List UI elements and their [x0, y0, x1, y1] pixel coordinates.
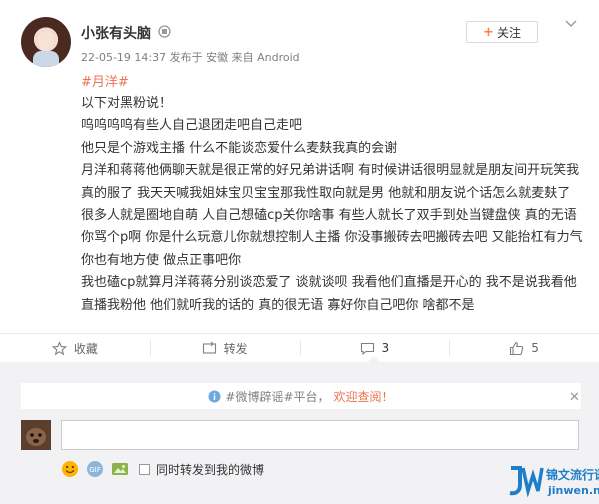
post-meta: 22-05-19 14:37 发布于 安徽 来自 Android — [81, 51, 300, 64]
thumbs-up-icon — [510, 341, 524, 355]
favorite-button[interactable]: 收藏 — [0, 334, 150, 362]
image-icon[interactable] — [111, 460, 129, 478]
post-paragraph: 他只是个游戏主播 什么不能谈恋爱什么麦麸我真的会谢 — [81, 140, 398, 156]
current-user-avatar — [21, 420, 51, 450]
chevron-down-icon[interactable] — [564, 17, 578, 31]
weibo-post-card: 小张有头脑 22-05-19 14:37 发布于 安徽 来自 Android +… — [0, 0, 599, 362]
follow-button[interactable]: + 关注 — [466, 21, 538, 43]
author-avatar[interactable] — [21, 17, 71, 67]
gif-icon[interactable]: GIF — [85, 460, 105, 478]
comment-count: 3 — [381, 341, 390, 355]
notice-text: #微博辟谣#平台， — [225, 389, 330, 404]
post-content: 以下对黑粉说！ 呜呜呜呜有些人自己退团走吧自己走吧 他只是个游戏主播 什么不能谈… — [81, 93, 586, 317]
close-icon[interactable]: ✕ — [569, 390, 580, 405]
post-paragraph: 以下对黑粉说！ — [81, 96, 173, 111]
star-icon — [51, 340, 67, 355]
rumor-notice: #微博辟谣#平台， 欢迎查阅！ — [21, 383, 581, 409]
member-medal-icon — [158, 25, 171, 38]
post-paragraph: 我也磕cp就算月洋蒋蒋分别谈恋爱了 谈就谈呗 我看他们直播是开心的 我不是说我看… — [81, 275, 577, 313]
site-watermark: 锦文流行语 jinwen.net — [508, 463, 599, 501]
post-paragraph: 呜呜呜呜有些人自己退团走吧自己走吧 — [81, 118, 303, 134]
emoji-icon[interactable] — [61, 460, 79, 478]
repost-button[interactable]: 转发 — [149, 334, 300, 362]
like-button[interactable]: 5 — [449, 334, 599, 362]
watermark-logo — [509, 466, 544, 497]
post-paragraph: 月洋和蒋蒋他俩聊天就是很正常的好兄弟讲话啊 有时候讲话很明显就是朋友间开玩笑我真… — [81, 163, 583, 268]
topic-tag[interactable]: #月洋# — [81, 71, 129, 90]
watermark-url: jinwen.net — [548, 484, 599, 497]
favorite-label: 收藏 — [73, 341, 98, 356]
comment-icon — [360, 342, 374, 355]
plus-icon: + — [483, 24, 494, 40]
comment-input[interactable] — [61, 420, 579, 450]
repost-checkbox-label: 同时转发到我的微博 — [156, 462, 265, 477]
svg-text:GIF: GIF — [89, 466, 101, 474]
action-bar: 收藏 转发 3 5 — [0, 333, 599, 362]
comment-tools: GIF 同时转发到我的微博 — [61, 459, 264, 479]
like-count: 5 — [531, 341, 539, 355]
repost-label: 转发 — [223, 341, 248, 356]
info-icon — [208, 390, 221, 402]
author-username[interactable]: 小张有头脑 — [81, 23, 151, 43]
repost-checkbox[interactable] — [139, 463, 150, 475]
notice-link[interactable]: 欢迎查阅！ — [334, 388, 394, 405]
watermark-title: 锦文流行语 — [546, 468, 599, 482]
follow-label: 关注 — [496, 25, 521, 40]
repost-icon — [202, 341, 216, 354]
